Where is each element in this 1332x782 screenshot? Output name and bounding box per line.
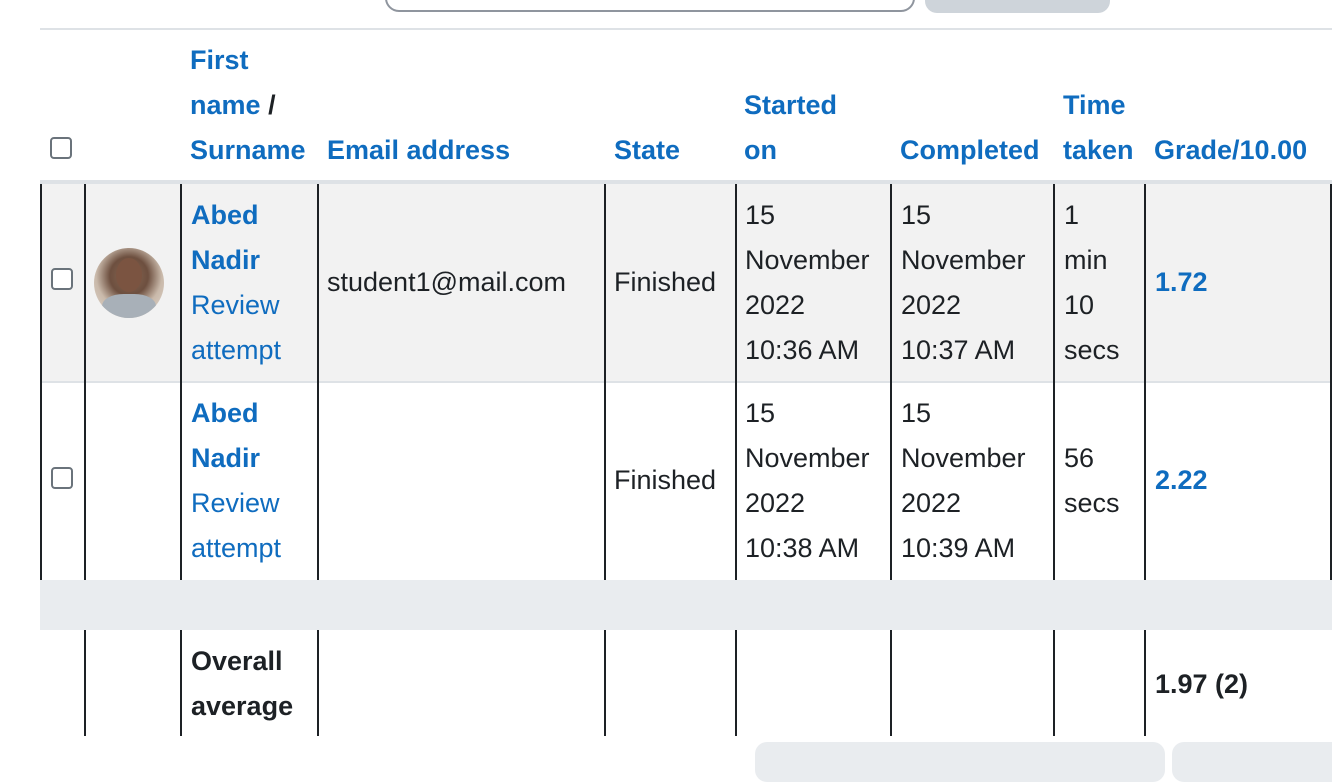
overall-average-label-1: Overall <box>191 646 283 676</box>
student-first-name-link[interactable]: Abed <box>191 398 259 428</box>
review-attempt-link-2[interactable]: attempt <box>191 533 281 563</box>
header-completed: Completed <box>900 128 1040 173</box>
completed-day: 15 <box>901 200 932 230</box>
column-border <box>180 184 182 580</box>
time-taken-cell: 1 min 10 secs <box>1064 193 1120 373</box>
completed-year: 2022 <box>901 488 962 518</box>
overall-average-label: Overall average <box>191 639 293 729</box>
review-attempt-link[interactable]: Review <box>191 488 280 518</box>
completed-time: 10:39 AM <box>901 533 1016 563</box>
sort-completed-link[interactable]: Completed <box>900 135 1040 165</box>
sort-time-link[interactable]: Time <box>1063 90 1126 120</box>
time-part: 56 <box>1064 443 1095 473</box>
avatar-shirt <box>102 294 156 318</box>
time-part: 1 <box>1064 200 1080 230</box>
column-border <box>40 184 42 580</box>
completed-cell: 15 November 2022 10:37 AM <box>901 193 1026 373</box>
completed-year: 2022 <box>901 290 962 320</box>
student-last-name-link[interactable]: Nadir <box>191 443 260 473</box>
header-time-taken: Time taken <box>1063 83 1134 173</box>
header-state: State <box>614 128 680 173</box>
completed-month: November <box>901 245 1026 275</box>
sort-state-link[interactable]: State <box>614 135 680 165</box>
name-cell: Abed Nadir Review attempt <box>191 391 281 571</box>
column-border <box>1053 184 1055 580</box>
header-started: Started on <box>744 83 837 173</box>
review-attempt-link[interactable]: Review <box>191 290 280 320</box>
completed-time: 10:37 AM <box>901 335 1016 365</box>
action-button[interactable] <box>925 0 1110 13</box>
column-border <box>84 630 86 736</box>
row-checkbox[interactable] <box>51 467 73 489</box>
started-day: 15 <box>745 398 776 428</box>
sort-started-link-2[interactable]: on <box>744 135 777 165</box>
grade-cell: 1.72 <box>1155 260 1208 305</box>
time-part: min <box>1064 245 1108 275</box>
column-border <box>317 184 319 580</box>
completed-day: 15 <box>901 398 932 428</box>
header-grade: Grade/10.00 <box>1154 128 1307 173</box>
started-time: 10:38 AM <box>745 533 860 563</box>
started-month: November <box>745 443 870 473</box>
grade-link[interactable]: 1.72 <box>1155 267 1208 297</box>
table-spacer-row <box>40 580 1332 630</box>
state-cell: Finished <box>614 465 717 495</box>
column-border <box>735 630 737 736</box>
overall-average-grade: 1.97 (2) <box>1155 669 1249 699</box>
time-part: 10 <box>1064 290 1095 320</box>
sort-time-link-2[interactable]: taken <box>1063 135 1134 165</box>
avatar-face <box>116 258 142 292</box>
column-border <box>84 184 86 580</box>
column-border <box>890 184 892 580</box>
started-cell: 15 November 2022 10:38 AM <box>745 391 870 571</box>
header-slash: / <box>268 90 276 120</box>
started-year: 2022 <box>745 290 806 320</box>
search-input[interactable] <box>385 0 915 12</box>
time-part: secs <box>1064 488 1120 518</box>
column-border <box>604 630 606 736</box>
completed-cell: 15 November 2022 10:39 AM <box>901 391 1026 571</box>
grade-link[interactable]: 2.22 <box>1155 465 1208 495</box>
overall-average-label-2: average <box>191 691 294 721</box>
review-attempt-link-2[interactable]: attempt <box>191 335 281 365</box>
header-email: Email address <box>327 128 510 173</box>
column-border <box>1053 630 1055 736</box>
email-cell: student1@mail.com <box>327 267 567 297</box>
name-cell: Abed Nadir Review attempt <box>191 193 281 373</box>
row-checkbox[interactable] <box>51 268 73 290</box>
time-part: secs <box>1064 335 1120 365</box>
divider <box>40 28 1332 30</box>
student-first-name-link[interactable]: Abed <box>191 200 259 230</box>
sort-grade-link[interactable]: Grade/10.00 <box>1154 135 1307 165</box>
column-border <box>1144 630 1146 736</box>
column-border <box>604 184 606 580</box>
started-cell: 15 November 2022 10:36 AM <box>745 193 870 373</box>
completed-month: November <box>901 443 1026 473</box>
sort-email-link[interactable]: Email address <box>327 135 510 165</box>
started-month: November <box>745 245 870 275</box>
avatar[interactable] <box>94 248 164 318</box>
bottom-button[interactable] <box>755 742 1165 782</box>
state-cell: Finished <box>614 267 717 297</box>
started-time: 10:36 AM <box>745 335 860 365</box>
sort-surname-link[interactable]: Surname <box>190 135 306 165</box>
select-all-checkbox[interactable] <box>50 137 72 159</box>
sort-first-name-link-2[interactable]: name <box>190 90 261 120</box>
started-day: 15 <box>745 200 776 230</box>
column-border <box>890 630 892 736</box>
header-name: First name / Surname <box>190 38 306 173</box>
bottom-button[interactable] <box>1172 742 1332 782</box>
column-border <box>180 630 182 736</box>
column-border <box>317 630 319 736</box>
column-border <box>1144 184 1146 580</box>
sort-started-link[interactable]: Started <box>744 90 837 120</box>
started-year: 2022 <box>745 488 806 518</box>
sort-first-name-link[interactable]: First <box>190 45 249 75</box>
grade-cell: 2.22 <box>1155 458 1208 503</box>
time-taken-cell: 56 secs <box>1064 436 1120 526</box>
student-last-name-link[interactable]: Nadir <box>191 245 260 275</box>
column-border <box>735 184 737 580</box>
